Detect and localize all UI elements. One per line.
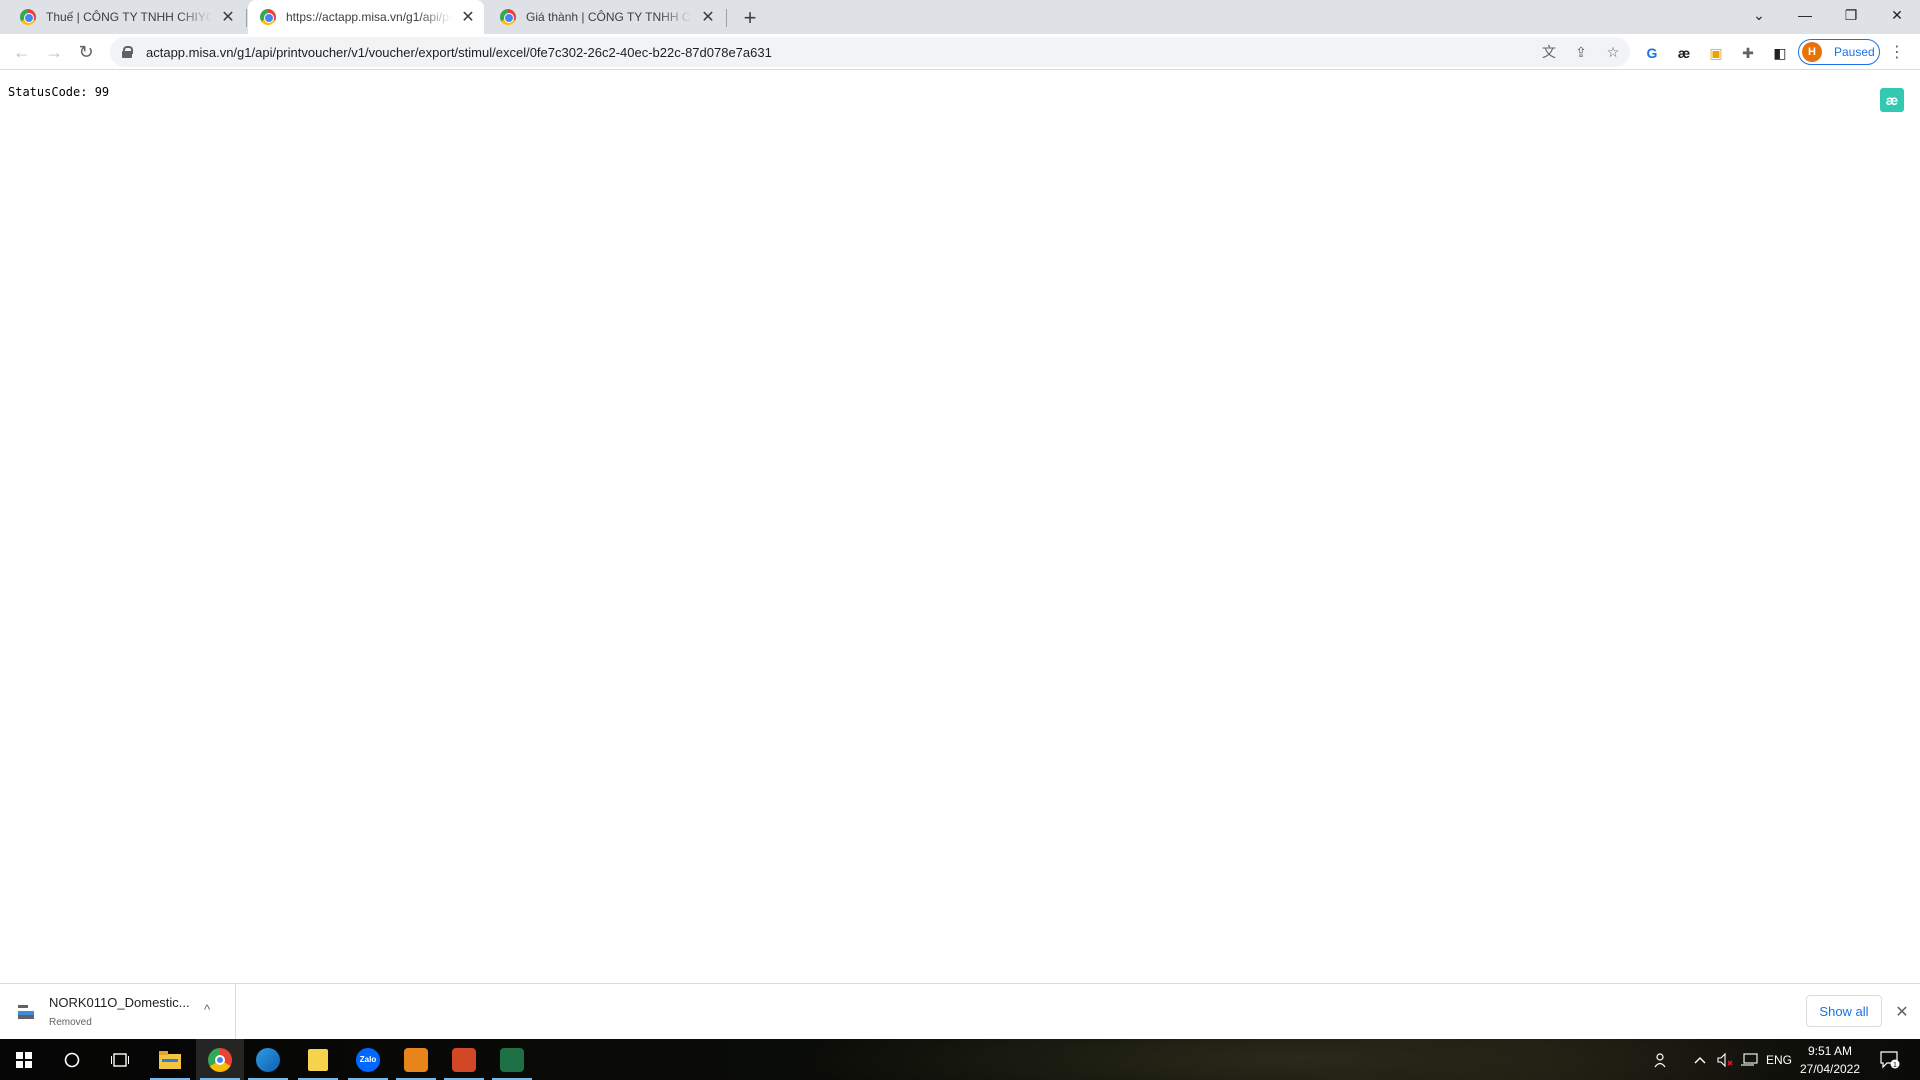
address-bar[interactable]: actapp.misa.vn/g1/api/printvoucher/v1/vo… xyxy=(110,37,1630,67)
downloads-close-icon[interactable]: ✕ xyxy=(1892,1002,1912,1022)
sticky-notes-icon xyxy=(308,1048,328,1071)
excel-icon xyxy=(500,1047,524,1072)
window-close-button[interactable]: ✕ xyxy=(1874,0,1920,30)
chrome-menu-icon[interactable]: ⋮ xyxy=(1888,42,1906,62)
translate-icon[interactable]: 文 xyxy=(1540,43,1558,61)
network-icon[interactable] xyxy=(1740,1039,1758,1080)
jar-extension-icon[interactable]: ▣ xyxy=(1706,43,1726,63)
tab-separator xyxy=(726,9,727,27)
zalo-icon: Zalo xyxy=(356,1047,380,1072)
powerpoint-icon xyxy=(452,1047,476,1072)
input-language[interactable]: ENG xyxy=(1766,1039,1792,1080)
new-tab-button[interactable]: + xyxy=(738,5,762,30)
search-circle-icon[interactable] xyxy=(48,1039,96,1080)
orange-app-icon xyxy=(404,1047,428,1072)
profile-button[interactable]: H Paused xyxy=(1798,39,1880,65)
file-explorer-icon[interactable] xyxy=(146,1039,194,1080)
task-view-icon[interactable] xyxy=(96,1039,144,1080)
tab-title: Giá thành | CÔNG TY TNHH CHIYODA xyxy=(526,10,692,24)
tray-expand-icon[interactable] xyxy=(1694,1039,1706,1080)
chevron-up-icon[interactable]: ^ xyxy=(204,1002,210,1017)
minimize-button[interactable]: — xyxy=(1782,0,1828,30)
edge-taskbar-icon[interactable] xyxy=(244,1039,292,1080)
share-icon[interactable]: ⇪ xyxy=(1572,43,1590,61)
excel-taskbar-icon[interactable] xyxy=(488,1039,536,1080)
tab-title: https://actapp.misa.vn/g1/api/printvouch… xyxy=(286,10,452,24)
chrome-favicon-icon xyxy=(500,9,516,25)
clock-date: 27/04/2022 xyxy=(1799,1062,1861,1076)
volume-muted-icon[interactable] xyxy=(1716,1039,1734,1080)
powerpoint-taskbar-icon[interactable] xyxy=(440,1039,488,1080)
tab-close-icon[interactable]: ✕ xyxy=(698,7,718,27)
system-clock[interactable]: 9:51 AM 27/04/2022 xyxy=(1790,1042,1870,1078)
notification-center-icon[interactable]: 1 xyxy=(1880,1039,1900,1080)
back-button[interactable]: ← xyxy=(8,38,36,66)
tab-thue[interactable]: Thuế | CÔNG TY TNHH CHIYODA ✕ xyxy=(8,0,244,34)
profile-avatar: H xyxy=(1802,42,1822,62)
tab-separator xyxy=(246,9,247,27)
app-orange-taskbar-icon[interactable] xyxy=(392,1039,440,1080)
google-translate-extension-icon[interactable]: G xyxy=(1642,43,1662,63)
zalo-taskbar-icon[interactable]: Zalo xyxy=(344,1039,392,1080)
chrome-favicon-icon xyxy=(260,9,276,25)
browser-app-icon xyxy=(256,1047,280,1072)
downloads-bar: NORK011O_Domestic... Removed ^ Show all … xyxy=(0,983,1920,1040)
people-icon[interactable] xyxy=(1654,1039,1670,1080)
reload-button[interactable]: ↻ xyxy=(72,38,100,66)
ae-floating-icon[interactable]: æ xyxy=(1880,88,1904,112)
download-filename: NORK011O_Domestic... xyxy=(49,995,190,1010)
tab-title: Thuế | CÔNG TY TNHH CHIYODA xyxy=(46,10,212,24)
restore-button[interactable]: ❐ xyxy=(1828,0,1874,30)
tab-close-icon[interactable]: ✕ xyxy=(458,7,478,27)
notification-count: 1 xyxy=(1893,1062,1897,1069)
status-code-text: StatusCode: 99 xyxy=(8,85,110,99)
tab-strip: Thuế | CÔNG TY TNHH CHIYODA ✕ https://ac… xyxy=(0,0,1920,34)
show-all-button[interactable]: Show all xyxy=(1806,995,1882,1027)
download-status: Removed xyxy=(49,1017,92,1028)
address-url[interactable]: actapp.misa.vn/g1/api/printvoucher/v1/vo… xyxy=(146,45,772,60)
tab-gia-thanh[interactable]: Giá thành | CÔNG TY TNHH CHIYODA ✕ xyxy=(488,0,724,34)
page-content: StatusCode: 99 æ xyxy=(0,71,1920,983)
taskbar: Zalo ENG 9:51 AM 27/04/2022 1 xyxy=(0,1039,1920,1080)
chrome-taskbar-icon[interactable] xyxy=(196,1039,244,1080)
windows-start-icon[interactable] xyxy=(0,1039,48,1080)
tab-close-icon[interactable]: ✕ xyxy=(218,7,238,27)
clock-time: 9:51 AM xyxy=(1807,1044,1853,1058)
file-icon xyxy=(18,1005,34,1019)
lock-icon[interactable] xyxy=(122,46,133,58)
bookmark-star-icon[interactable]: ☆ xyxy=(1604,43,1622,61)
tab-printvoucher[interactable]: https://actapp.misa.vn/g1/api/printvouch… xyxy=(248,0,484,34)
profile-status-label: Paused xyxy=(1834,45,1875,59)
ae-extension-icon[interactable]: æ xyxy=(1674,43,1694,63)
chrome-icon xyxy=(208,1047,232,1072)
tab-search-icon[interactable]: ⌄ xyxy=(1736,0,1782,30)
sticky-notes-taskbar-icon[interactable] xyxy=(294,1039,342,1080)
chrome-favicon-icon xyxy=(20,9,36,25)
extensions-puzzle-icon[interactable]: ✚ xyxy=(1738,43,1758,63)
forward-button[interactable]: → xyxy=(40,38,68,66)
side-panel-icon[interactable]: ◧ xyxy=(1770,43,1790,63)
browser-toolbar: ← → ↻ actapp.misa.vn/g1/api/printvoucher… xyxy=(0,34,1920,70)
download-item[interactable]: NORK011O_Domestic... Removed ^ xyxy=(0,984,236,1040)
